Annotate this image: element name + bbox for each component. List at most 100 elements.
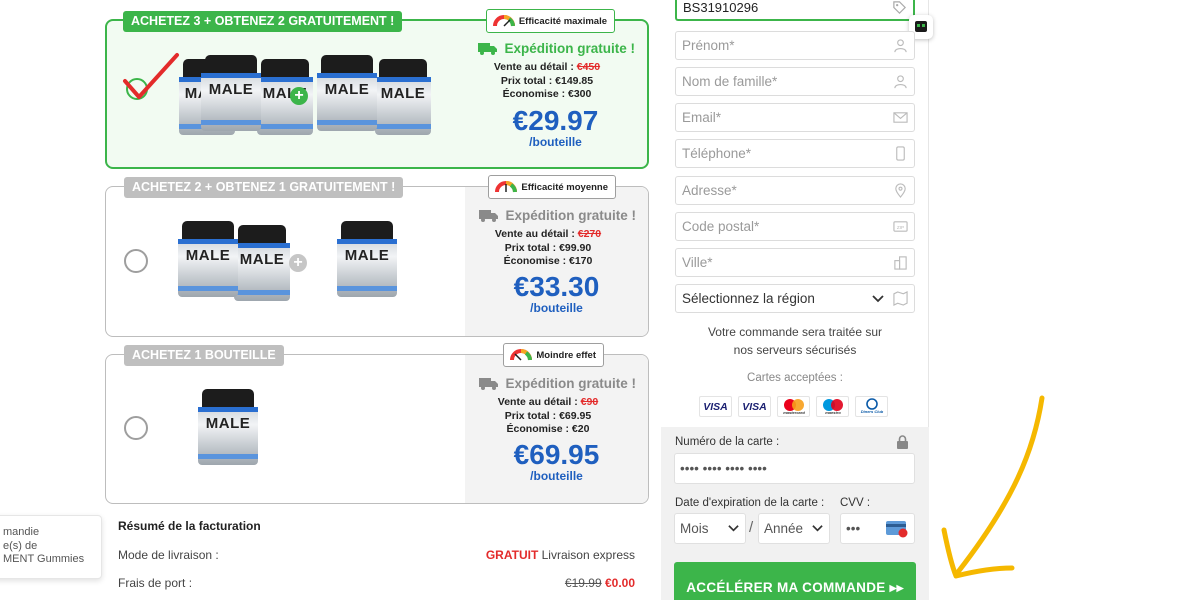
maestro-logo: maestro — [816, 396, 849, 417]
efficacy-badge: Efficacité moyenne — [488, 175, 616, 199]
checkmark-icon — [123, 53, 179, 100]
postal-code-input[interactable]: Code postal* ZIP — [675, 212, 915, 241]
card-number-label: Numéro de la carte : — [675, 436, 780, 448]
offer-radio[interactable] — [124, 249, 148, 273]
city-input[interactable]: Ville* — [675, 248, 915, 277]
envelope-icon — [893, 112, 908, 123]
retail-price: €270 — [577, 228, 602, 240]
efficacy-label: Efficacité moyenne — [521, 181, 608, 193]
efficacy-badge: Moindre effet — [503, 343, 604, 367]
bottle-image: MALE — [178, 221, 238, 297]
coupon-code-field[interactable]: BS31910296 — [675, 0, 915, 21]
buildings-icon — [894, 256, 907, 270]
cvv-label: CVV : — [840, 497, 871, 509]
per-bottle-label: /bouteille — [530, 469, 583, 483]
svg-text:mastercard: mastercard — [783, 410, 805, 415]
address-input[interactable]: Adresse* — [675, 176, 915, 205]
gauge-icon — [510, 349, 533, 361]
price-breakdown: Vente au détail : €270 Prix total : €99.… — [494, 228, 602, 267]
secure-server-note: Votre commande sera traitée sur nos serv… — [707, 325, 883, 357]
truck-icon — [478, 43, 498, 55]
expiry-year-select[interactable]: Année — [758, 513, 830, 544]
visa-logo: VISA — [699, 396, 732, 417]
bottle-image: MALE — [234, 225, 290, 301]
free-shipping: Expédition gratuite ! — [478, 41, 635, 56]
user-icon — [894, 75, 907, 89]
efficacy-label: Efficacité maximale — [518, 15, 607, 27]
user-icon — [894, 39, 907, 53]
gauge-icon — [495, 181, 518, 193]
efficacy-badge: Efficacité maximale — [485, 9, 615, 33]
date-separator: / — [749, 519, 754, 536]
retail-price: €90 — [580, 396, 599, 408]
svg-text:ZIP: ZIP — [897, 225, 904, 230]
chevron-down-icon — [728, 525, 739, 532]
expiry-label: Date d'expiration de la carte : — [675, 497, 825, 509]
shipping-cost-row: Frais de port : €19.99 €0.00 — [118, 576, 635, 590]
free-label: GRATUIT — [485, 548, 539, 562]
price-breakdown: Vente au détail : €450 Prix total : €149… — [493, 61, 601, 100]
chevron-down-icon — [812, 525, 823, 532]
email-input[interactable]: Email* — [675, 103, 915, 132]
total-price: €99.90 — [559, 241, 592, 254]
zip-icon: ZIP — [893, 221, 908, 232]
bottle-image: MALE — [337, 221, 397, 297]
price-breakdown: Vente au détail : €90 Prix total : €69.9… — [497, 396, 599, 435]
plus-icon: + — [289, 254, 307, 272]
offer-ribbon: ACHETEZ 1 BOUTEILLE — [124, 345, 284, 366]
efficacy-label: Moindre effet — [536, 349, 596, 361]
expiry-month-select[interactable]: Mois — [674, 513, 746, 544]
bottle-image: MALE — [198, 389, 258, 465]
submit-order-button[interactable]: ACCÉLÉRER MA COMMANDE ▸▸ — [674, 562, 916, 600]
delivery-label: Mode de livraison : — [118, 548, 219, 562]
credit-card-icon — [886, 521, 908, 538]
purchase-notification-popup[interactable]: mandie e(s) de MENT Gummies — [0, 515, 102, 579]
savings: €170 — [569, 255, 593, 267]
offer-radio[interactable] — [124, 416, 148, 440]
unit-price: €29.97 — [512, 105, 599, 136]
svg-text:Diners Club: Diners Club — [860, 409, 883, 414]
accepted-cards-label: Cartes acceptées : — [747, 372, 843, 384]
offer-card-3-plus-2[interactable]: ACHETEZ 3 + OBTENEZ 2 GRATUITEMENT ! Eff… — [105, 9, 649, 169]
tag-icon — [893, 1, 906, 14]
last-name-input[interactable]: Nom de famille* — [675, 67, 915, 96]
order-form: BS31910296 Prénom* Nom de famille* Email… — [661, 0, 933, 600]
svg-text:maestro: maestro — [825, 410, 841, 415]
truck-icon — [479, 378, 499, 390]
lock-icon — [897, 435, 908, 449]
retail-price: €450 — [576, 61, 601, 73]
offer-ribbon: ACHETEZ 3 + OBTENEZ 2 GRATUITEMENT ! — [123, 11, 403, 32]
gauge-icon — [492, 15, 515, 27]
shipping-cost-label: Frais de port : — [118, 576, 193, 590]
unit-price: €33.30 — [513, 271, 600, 302]
offer-ribbon: ACHETEZ 2 + OBTENEZ 1 GRATUITEMENT ! — [124, 177, 404, 198]
region-select[interactable]: Sélectionnez la région — [675, 284, 915, 313]
visa-logo: VISA — [738, 396, 771, 417]
per-bottle-label: /bouteille — [529, 135, 582, 149]
first-name-input[interactable]: Prénom* — [675, 31, 915, 60]
card-number-input[interactable]: •••• •••• •••• •••• — [674, 453, 915, 484]
bottle-image: MALE — [201, 55, 261, 131]
shipping-new-price: €0.00 — [604, 576, 635, 590]
phone-input[interactable]: Téléphone* — [675, 139, 915, 168]
diners-club-logo: Diners Club — [855, 396, 888, 417]
offer-card-1-bottle[interactable]: ACHETEZ 1 BOUTEILLE Moindre effet MALE E… — [105, 343, 649, 504]
billing-summary-title: Résumé de la facturation — [118, 519, 261, 533]
checkout-page: ACHETEZ 3 + OBTENEZ 2 GRATUITEMENT ! Eff… — [0, 0, 1200, 600]
arrow-icon — [941, 395, 1045, 579]
savings: €20 — [571, 423, 590, 435]
delivery-value: Livraison express — [541, 548, 635, 562]
map-icon — [893, 291, 908, 306]
location-pin-icon — [895, 183, 906, 198]
total-price: €69.95 — [559, 409, 592, 422]
card-logos: VISA VISA mastercard maestro Diners Club — [699, 396, 888, 417]
savings: €300 — [568, 88, 592, 100]
chevron-down-icon — [872, 295, 884, 303]
offer-card-2-plus-1[interactable]: ACHETEZ 2 + OBTENEZ 1 GRATUITEMENT ! Eff… — [105, 175, 649, 337]
delivery-row: Mode de livraison : GRATUIT Livraison ex… — [118, 548, 635, 562]
free-shipping: Expédition gratuite ! — [479, 376, 636, 391]
truck-icon — [479, 210, 499, 222]
bottle-image: MALE — [375, 59, 431, 135]
plus-icon: + — [290, 87, 308, 105]
cvv-input[interactable]: ••• — [840, 513, 915, 544]
